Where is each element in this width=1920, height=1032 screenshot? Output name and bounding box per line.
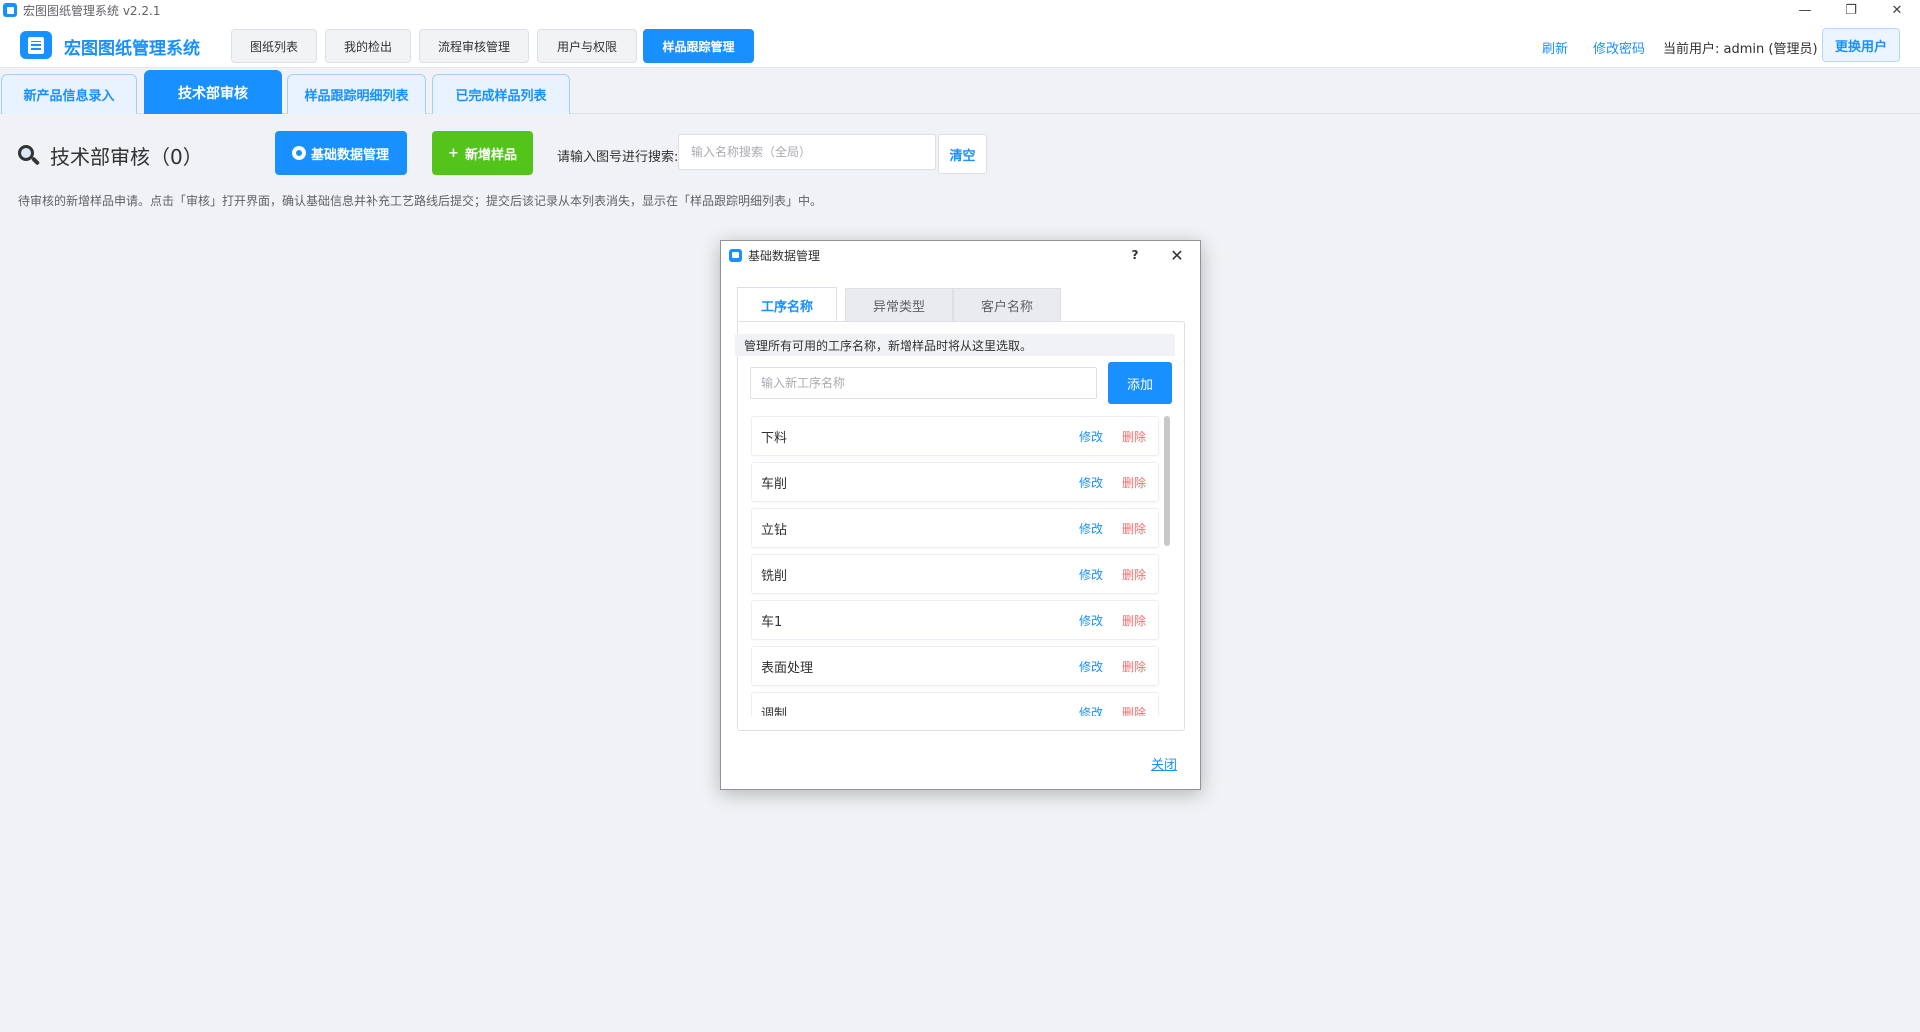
dialog-tab-customer-names[interactable]: 客户名称 <box>953 288 1061 321</box>
tab-tech-review[interactable]: 技术部审核 <box>144 70 282 114</box>
new-process-input[interactable] <box>750 367 1097 399</box>
basic-data-dialog: 基础数据管理 ? ✕ 工序名称 异常类型 客户名称 管理所有可用的工序名称，新增… <box>720 240 1201 790</box>
plus-icon: + <box>448 145 459 161</box>
edit-link[interactable]: 修改 <box>1079 428 1103 445</box>
delete-link[interactable]: 删除 <box>1122 612 1146 629</box>
help-icon[interactable]: ? <box>1127 247 1143 263</box>
review-hint-text: 待审核的新增样品申请。点击「审核」打开界面，确认基础信息并补充工艺路线后提交；提… <box>18 194 823 208</box>
current-user-label: 当前用户: admin (管理员) <box>1663 42 1818 57</box>
window-title: 宏图图纸管理系统 v2.2.1 <box>23 3 161 18</box>
process-name: 调制 <box>761 706 788 717</box>
delete-link[interactable]: 删除 <box>1122 474 1146 491</box>
page-title: 技术部审核（0） <box>18 141 203 170</box>
process-name: 表面处理 <box>761 660 814 676</box>
list-item: 立钻 修改 删除 <box>751 508 1159 548</box>
list-item: 下料 修改 删除 <box>751 416 1159 456</box>
tab-completed-samples[interactable]: 已完成样品列表 <box>432 74 570 114</box>
basic-data-label: 基础数据管理 <box>310 147 389 163</box>
process-list[interactable]: 下料 修改 删除 车削 修改 删除 立钻 修改 删除 铣削 修改 删除 车1 修… <box>751 416 1177 716</box>
brand-title: 宏图图纸管理系统 <box>64 39 200 59</box>
app-icon <box>3 3 17 17</box>
basic-data-button[interactable]: 基础数据管理 <box>275 131 407 175</box>
sample-subtabs: 新产品信息录入 技术部审核 样品跟踪明细列表 已完成样品列表 <box>0 70 1920 114</box>
magnifier-icon <box>18 144 41 167</box>
window-controls: — ❐ ✕ <box>1782 0 1920 20</box>
window-titlebar: 宏图图纸管理系统 v2.2.1 — ❐ ✕ <box>0 0 1920 20</box>
refresh-link[interactable]: 刷新 <box>1542 38 1568 57</box>
gear-icon <box>292 147 305 159</box>
restore-icon[interactable]: ❐ <box>1828 0 1874 20</box>
list-item: 铣削 修改 删除 <box>751 554 1159 594</box>
minimize-icon[interactable]: — <box>1782 0 1828 20</box>
delete-link[interactable]: 删除 <box>1122 566 1146 583</box>
delete-link[interactable]: 删除 <box>1122 658 1146 675</box>
edit-link[interactable]: 修改 <box>1079 520 1103 537</box>
edit-link[interactable]: 修改 <box>1079 658 1103 675</box>
process-list-scrollbar[interactable] <box>1164 416 1170 716</box>
process-name: 铣削 <box>761 568 788 584</box>
switch-user-button[interactable]: 更换用户 <box>1822 28 1900 62</box>
scrollbar-thumb[interactable] <box>1164 416 1170 546</box>
add-sample-button[interactable]: + 新增样品 <box>432 131 533 175</box>
edit-link[interactable]: 修改 <box>1079 704 1103 717</box>
edit-link[interactable]: 修改 <box>1079 474 1103 491</box>
tab-new-product-entry[interactable]: 新产品信息录入 <box>1 74 137 114</box>
nav-sample-tracking[interactable]: 样品跟踪管理 <box>643 29 754 63</box>
change-password-link[interactable]: 修改密码 <box>1593 38 1645 57</box>
dialog-footer-close-link[interactable]: 关闭 <box>1151 754 1177 773</box>
search-label: 请输入图号进行搜索: <box>557 150 679 165</box>
list-item: 车削 修改 删除 <box>751 462 1159 502</box>
process-name: 车削 <box>761 476 788 492</box>
nav-users-permissions[interactable]: 用户与权限 <box>537 29 637 63</box>
app-header: 宏图图纸管理系统 图纸列表 我的检出 流程审核管理 用户与权限 样品跟踪管理 刷… <box>0 20 1920 68</box>
list-item: 表面处理 修改 删除 <box>751 646 1159 686</box>
nav-workflow-review[interactable]: 流程审核管理 <box>419 29 529 63</box>
process-name: 车1 <box>761 614 783 630</box>
nav-my-checkouts[interactable]: 我的检出 <box>325 29 411 63</box>
search-input[interactable] <box>678 134 936 170</box>
process-name: 下料 <box>761 430 788 446</box>
add-process-button[interactable]: 添加 <box>1108 362 1172 404</box>
dialog-tab-process-names[interactable]: 工序名称 <box>737 287 837 322</box>
delete-link[interactable]: 删除 <box>1122 520 1146 537</box>
page-title-text: 技术部审核（0） <box>50 145 203 169</box>
clear-button[interactable]: 清空 <box>938 134 987 174</box>
edit-link[interactable]: 修改 <box>1079 612 1103 629</box>
edit-link[interactable]: 修改 <box>1079 566 1103 583</box>
dialog-close-icon[interactable]: ✕ <box>1167 245 1187 265</box>
delete-link[interactable]: 删除 <box>1122 428 1146 445</box>
process-name: 立钻 <box>761 522 788 538</box>
dialog-hint: 管理所有可用的工序名称，新增样品时将从这里选取。 <box>735 334 1175 356</box>
add-sample-label: 新增样品 <box>464 147 517 163</box>
delete-link[interactable]: 删除 <box>1122 704 1146 717</box>
dialog-app-icon <box>729 248 742 262</box>
nav-drawing-list[interactable]: 图纸列表 <box>231 29 317 63</box>
list-item: 调制 修改 删除 <box>751 692 1159 716</box>
tab-sample-tracking-detail[interactable]: 样品跟踪明细列表 <box>287 74 426 114</box>
app-logo-icon <box>20 31 52 59</box>
dialog-tab-exception-types[interactable]: 异常类型 <box>845 288 953 321</box>
dialog-title: 基础数据管理 <box>748 248 821 263</box>
list-item: 车1 修改 删除 <box>751 600 1159 640</box>
window-close-icon[interactable]: ✕ <box>1874 0 1920 20</box>
